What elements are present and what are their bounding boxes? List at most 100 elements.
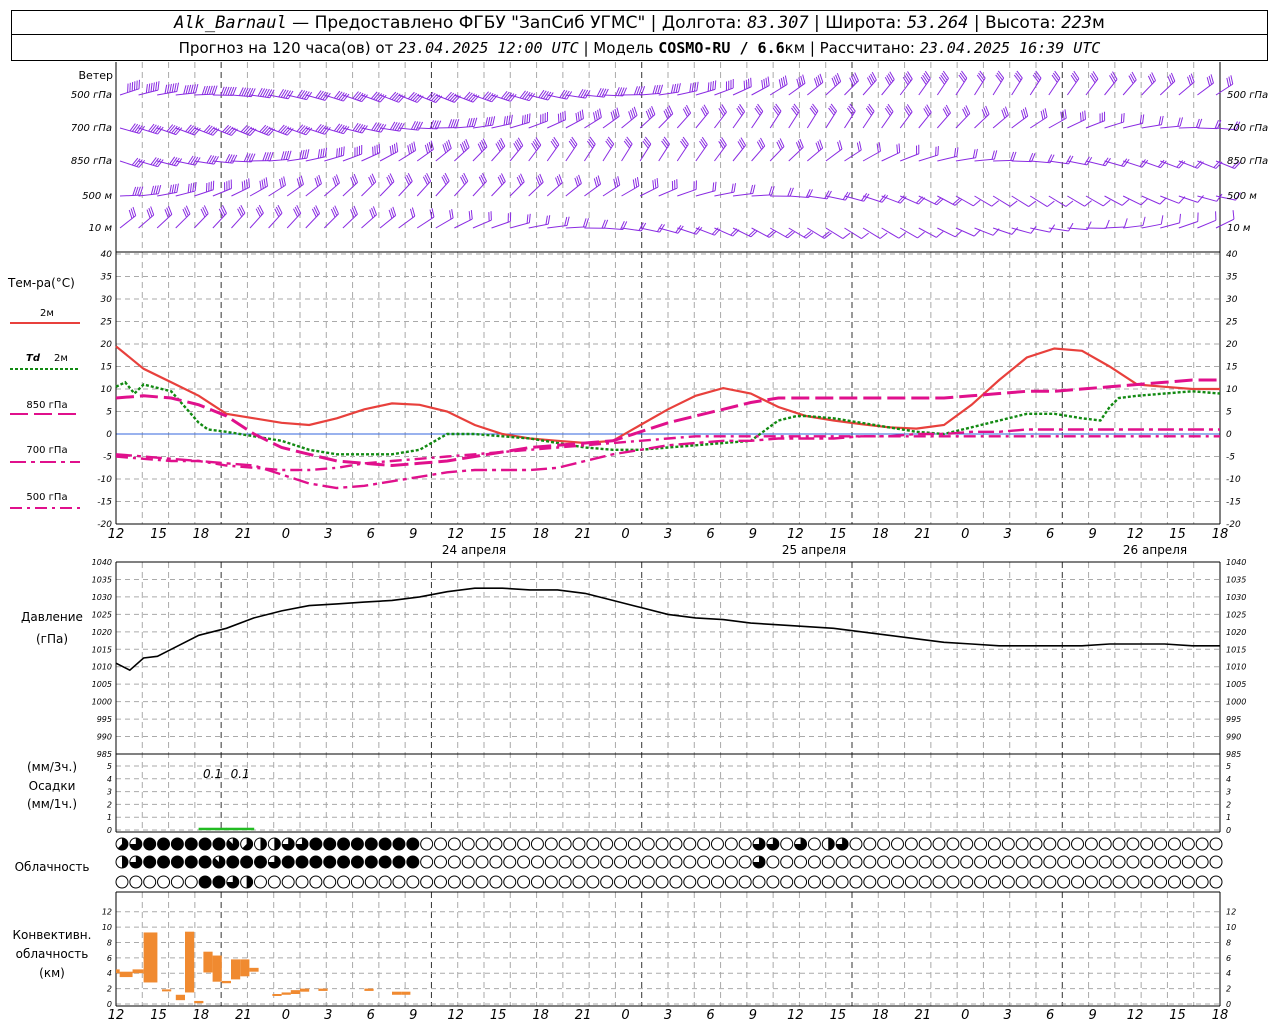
- wind-barb-1-33: [732, 103, 746, 129]
- cloud-2-38: [641, 875, 655, 889]
- cloud-1-78: [1195, 855, 1209, 869]
- x-tick-bottom-10: 18: [532, 1008, 549, 1023]
- x-tick-bottom-16: 12: [787, 1008, 804, 1023]
- wind-barb-4-4: [193, 205, 209, 229]
- cloud-0-79: [1209, 837, 1223, 851]
- wind-barb-0-34: [751, 76, 770, 96]
- wind-barb-1-40: [862, 103, 875, 129]
- cloud-2-6: [198, 875, 212, 889]
- pres-tick-left-1030: 1030: [92, 593, 112, 602]
- cloud-1-74: [1140, 855, 1154, 869]
- wind-barb-3-26: [602, 176, 621, 197]
- cloud-1-58: [918, 855, 932, 869]
- temp-tick-right-35: 35: [1226, 273, 1238, 283]
- cloud-2-77: [1181, 875, 1195, 889]
- cloud-0-74: [1140, 837, 1154, 851]
- temp-tick-right-40: 40: [1226, 250, 1238, 260]
- conv-bar-8: [203, 951, 213, 973]
- wind-barb-3-6: [231, 178, 250, 197]
- prec-tick-left-4: 4: [107, 775, 112, 784]
- label-conv-3: (км): [39, 966, 65, 980]
- wind-barb-2-39: [844, 141, 862, 162]
- cloud-2-5: [184, 875, 198, 889]
- temp-tick-right--10: -10: [1226, 475, 1241, 485]
- conv-bar-15: [281, 992, 291, 995]
- wind-barb-1-22: [528, 112, 548, 129]
- cloud-2-21: [406, 875, 420, 889]
- cloud-1-2: [143, 855, 157, 869]
- x-tick-bottom-14: 6: [706, 1008, 714, 1023]
- legend-500-label: 500 гПа: [26, 492, 67, 503]
- cloud-1-43: [710, 855, 724, 869]
- cloud-2-56: [890, 875, 904, 889]
- x-tick-mid-16: 12: [787, 527, 804, 542]
- wind-barb-0-55: [1141, 72, 1156, 96]
- cloud-1-36: [614, 855, 628, 869]
- cloud-0-47: [766, 837, 780, 851]
- wind-barb-3-13: [361, 173, 377, 197]
- wind-barb-1-46: [974, 105, 990, 129]
- cloud-0-11: [267, 837, 281, 851]
- wind-barb-2-51: [1067, 156, 1093, 166]
- cloud-2-33: [572, 875, 586, 889]
- wind-barb-3-22: [528, 173, 544, 197]
- prec-tick-left-0: 0: [107, 826, 112, 835]
- wind-barb-4-0: [119, 206, 137, 229]
- wind-barb-4-23: [547, 216, 570, 229]
- wind-barb-2-25: [583, 136, 596, 162]
- prec-tick-right-2: 2: [1226, 800, 1231, 809]
- wind-barb-1-28: [639, 105, 656, 129]
- wind-barb-2-9: [287, 149, 310, 162]
- wind-barb-1-44: [936, 104, 951, 129]
- cloud-2-47: [766, 875, 780, 889]
- wind-barb-0-50: [1048, 70, 1061, 96]
- pres-tick-left-1040: 1040: [92, 558, 112, 567]
- cloud-2-39: [655, 875, 669, 889]
- cloud-2-46: [752, 875, 766, 889]
- pres-tick-left-1025: 1025: [92, 610, 112, 619]
- x-tick-mid-15: 9: [749, 527, 757, 542]
- wind-barb-0-17: [435, 91, 461, 103]
- cloud-2-74: [1140, 875, 1154, 889]
- wind-barb-1-30: [676, 104, 692, 129]
- conv-bar-19: [364, 988, 374, 991]
- wind-level-right-3: 500 м: [1227, 191, 1257, 202]
- wind-barb-3-40: [862, 194, 889, 203]
- cloud-1-61: [960, 855, 974, 869]
- wind-barb-1-26: [602, 107, 620, 129]
- cloud-0-63: [987, 837, 1001, 851]
- wind-barb-1-2: [156, 124, 183, 136]
- cloud-0-16: [337, 837, 351, 851]
- conv-tick-left-12: 12: [102, 908, 112, 917]
- pres-tick-right-1030: 1030: [1226, 593, 1246, 602]
- wind-barb-1-4: [194, 124, 220, 136]
- x-tick-bottom-9: 15: [490, 1008, 507, 1023]
- cloud-2-69: [1071, 875, 1085, 889]
- x-tick-mid-20: 0: [961, 527, 969, 542]
- x-tick-mid-23: 9: [1088, 527, 1096, 542]
- x-tick-bottom-25: 15: [1169, 1008, 1186, 1023]
- wind-barb-1-14: [379, 121, 405, 132]
- legend-700-label: 700 гПа: [26, 445, 67, 456]
- cloud-1-64: [1001, 855, 1015, 869]
- wind-barb-2-50: [1048, 155, 1074, 165]
- label-temperature: Тем-ра(°С): [7, 276, 75, 290]
- x-tick-mid-2: 18: [193, 527, 210, 542]
- prec-tick-right-0: 0: [1226, 826, 1231, 835]
- cloud-0-77: [1181, 837, 1195, 851]
- cloud-0-28: [503, 837, 517, 851]
- wind-barb-2-19: [472, 138, 488, 162]
- cloud-2-16: [337, 875, 351, 889]
- cloud-2-76: [1167, 875, 1181, 889]
- wind-barb-3-32: [714, 183, 737, 197]
- wind-barb-0-41: [881, 71, 895, 96]
- pres-tick-left-1005: 1005: [92, 680, 112, 689]
- pres-tick-right-995: 995: [1226, 715, 1241, 724]
- wind-barb-4-20: [491, 212, 512, 229]
- cloud-2-15: [323, 875, 337, 889]
- pres-tick-left-985: 985: [97, 750, 112, 759]
- cloud-0-12: [281, 837, 295, 851]
- x-tick-mid-17: 15: [830, 527, 847, 542]
- cloud-2-62: [974, 875, 988, 889]
- wind-barb-1-48: [1011, 107, 1029, 129]
